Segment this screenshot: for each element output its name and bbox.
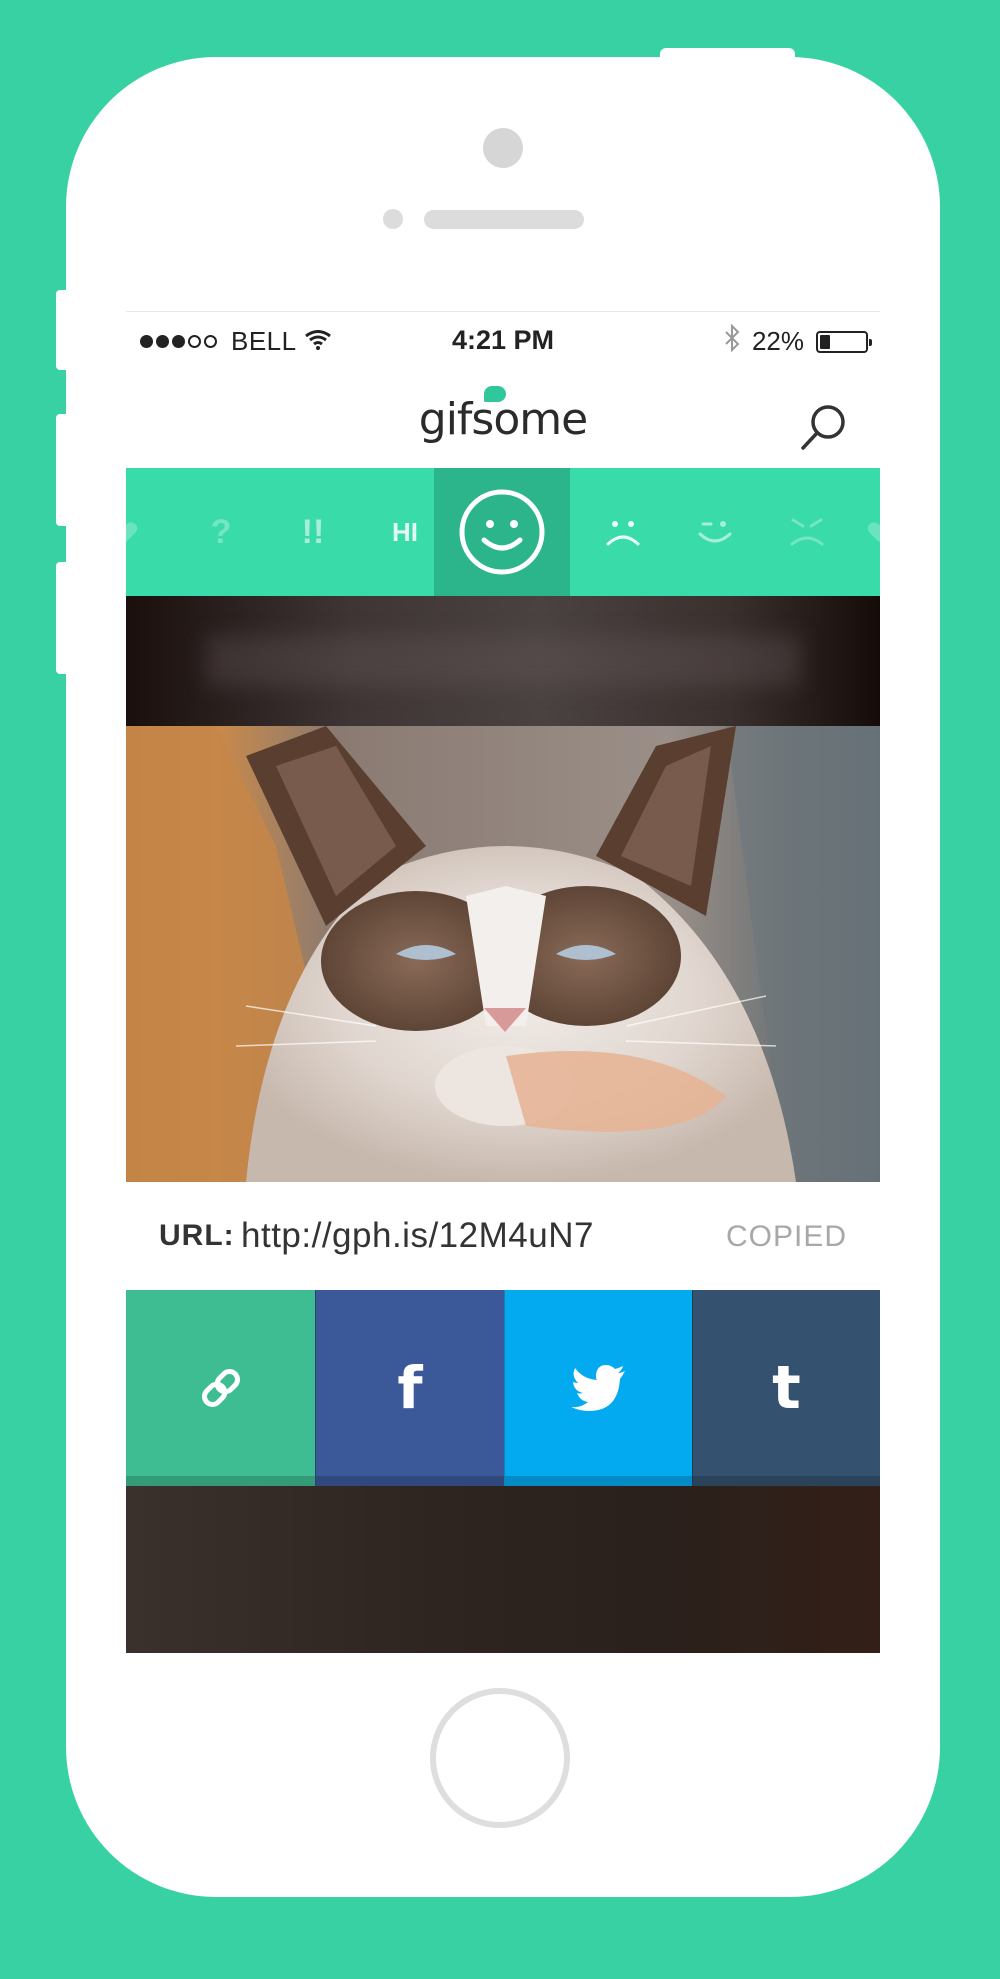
- url-label: URL:: [159, 1219, 235, 1252]
- status-bar: BELL 4:21 PM 22%: [126, 312, 880, 368]
- emotion-filter-bar: ? !! HI: [126, 468, 880, 596]
- home-button[interactable]: [430, 1688, 570, 1828]
- url-value[interactable]: http://gph.is/12M4uN7: [241, 1216, 594, 1256]
- twitter-share-button[interactable]: [504, 1290, 692, 1486]
- tumblr-share-button[interactable]: t: [692, 1290, 880, 1486]
- emotion-love-button[interactable]: [854, 468, 880, 596]
- copy-link-button[interactable]: [126, 1290, 315, 1486]
- tumblr-icon: t: [772, 1353, 801, 1423]
- nav-bar: gifsome: [126, 368, 880, 478]
- phone-camera: [483, 128, 523, 168]
- wink-icon: [698, 521, 732, 543]
- phone-sensor: [383, 209, 403, 229]
- heart-icon: [126, 522, 138, 542]
- heart-icon: [867, 522, 880, 542]
- emotion-sad-button[interactable]: [578, 468, 668, 596]
- bluetooth-icon: [724, 323, 740, 359]
- emotion-heart-button[interactable]: [126, 468, 156, 596]
- logo-bubble-icon: [484, 386, 506, 402]
- emotion-wink-button[interactable]: [670, 468, 760, 596]
- twitter-icon: [570, 1365, 625, 1411]
- battery-icon: [816, 330, 872, 353]
- angry-icon: [790, 518, 824, 546]
- gif-preview-above[interactable]: [126, 596, 880, 726]
- emotion-question-button[interactable]: ?: [176, 468, 266, 596]
- copied-status: COPIED: [725, 1220, 847, 1253]
- battery-level: [820, 334, 830, 349]
- grumpy-cat-gif: [126, 726, 880, 1182]
- link-icon: [201, 1369, 240, 1407]
- sad-icon: [606, 521, 640, 546]
- gif-image[interactable]: [126, 726, 880, 1182]
- gif-preview-below[interactable]: [126, 1486, 880, 1653]
- url-row: URL: http://gph.is/12M4uN7 COPIED: [126, 1182, 880, 1290]
- battery-percent: 22%: [751, 326, 804, 356]
- emotion-angry-button[interactable]: [762, 468, 852, 596]
- app-screen: BELL 4:21 PM 22% gifsome ? !! HI URL: ht…: [126, 311, 880, 1653]
- smile-icon: [459, 489, 545, 575]
- status-right: 22%: [724, 323, 872, 359]
- search-icon: [801, 405, 845, 450]
- emotion-exclaim-label: !!: [301, 512, 325, 551]
- emotion-hi-label: HI: [392, 516, 418, 547]
- search-button[interactable]: [798, 402, 850, 454]
- app-logo: gifsome: [418, 394, 588, 445]
- emotion-smile-button[interactable]: [434, 468, 570, 596]
- facebook-icon: f: [397, 1354, 423, 1422]
- facebook-share-button[interactable]: f: [315, 1290, 504, 1486]
- phone-speaker: [424, 210, 584, 229]
- emotion-exclaim-button[interactable]: !!: [268, 468, 358, 596]
- emotion-question-label: ?: [210, 512, 232, 551]
